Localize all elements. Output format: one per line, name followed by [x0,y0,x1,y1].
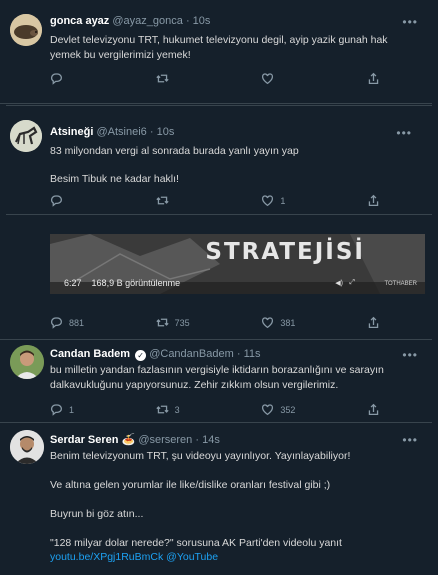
tweet-time[interactable]: 10s [157,126,175,138]
tweet-text: Devlet televizyonu TRT, hukumet televizy… [50,34,388,61]
video-info: 6:27 168,9 B görüntülenme [64,278,180,288]
reply-button[interactable] [50,194,120,207]
volume-icon[interactable]: ◀) [335,279,343,287]
person-avatar-icon [10,430,44,464]
tweet-text-line: Ve altına gelen yorumlar ile like/dislik… [50,479,331,491]
name-emoji: 🍝 [121,434,136,446]
channel-logo: TOTHABER [384,281,417,287]
horse-avatar-icon [10,120,42,152]
like-count: 381 [280,317,296,328]
video-views: 168,9 B görüntülenme [91,278,181,288]
share-icon [368,403,379,416]
reply-button[interactable]: 1 [50,403,120,416]
more-options-icon[interactable]: ••• [402,15,418,29]
youtube-link[interactable]: youtu.be/XPgj1RuBmCk [50,551,163,563]
youtube-mention[interactable]: @YouTube [166,551,218,563]
tweet-time[interactable]: 11s [244,348,261,360]
author-handle[interactable]: @CandanBadem [149,348,234,360]
reply-icon [50,73,63,85]
share-button[interactable] [367,403,380,416]
share-icon [368,194,379,207]
separator-dot: · [195,434,200,446]
video-title: STRATEJİSİ [205,239,365,265]
like-count: 352 [280,404,296,415]
retweet-button[interactable]: 735 [156,316,226,329]
avatar[interactable] [10,14,42,46]
retweet-icon [156,318,169,327]
like-button[interactable]: 381 [261,316,331,329]
reply-icon [50,195,63,207]
tweet-card[interactable]: gonca ayaz @ayaz_gonca · 10s ••• Devlet … [0,0,432,104]
separator-dot: · [236,348,241,360]
like-button[interactable] [261,72,331,85]
tweet-card[interactable]: STRATEJİSİ 6:27 168,9 B görüntülenme ◀) … [0,216,432,340]
tweet-text-line: "128 milyar dolar nerede?" sorusuna AK P… [50,537,342,549]
more-options-icon[interactable]: ••• [402,348,418,362]
tweet-card[interactable]: Atsineği @Atsinei6 · 10s ••• 83 milyonda… [6,105,432,215]
retweet-button[interactable] [156,194,226,207]
reply-count: 1 [69,404,75,415]
like-button[interactable]: 352 [261,403,331,416]
share-icon [368,316,379,329]
retweet-count: 3 [174,404,180,415]
verified-badge-icon: ✓ [135,350,147,361]
author-handle[interactable]: @Atsinei6 [96,126,146,138]
like-button[interactable]: 1 [261,194,331,207]
more-options-icon[interactable]: ••• [396,126,412,140]
tweet-text-line: Benim televizyonum TRT, şu videoyu yayın… [50,450,351,462]
tweet-text: bu milletin yandan fazlasının vergisiyle… [50,364,384,391]
retweet-count: 735 [174,317,190,328]
heart-icon [262,73,274,85]
tweet-time[interactable]: 14s [202,434,220,446]
hedgehog-avatar-icon [10,14,42,46]
separator-dot: · [185,15,190,27]
share-button[interactable] [367,72,380,85]
reply-icon [50,317,63,329]
separator-dot: · [149,126,154,138]
retweet-icon [156,74,169,83]
tweet-card[interactable]: Serdar Seren 🍝 @serseren · 14s ••• Benim… [0,424,432,575]
avatar[interactable] [10,430,44,464]
tweet-card[interactable]: Candan Badem ✓ @CandanBadem · 11s ••• bu… [0,340,432,423]
reply-button[interactable] [50,72,120,85]
video-duration: 6:27 [64,278,82,288]
fullscreen-icon[interactable]: ⤢ [349,279,355,287]
author-name[interactable]: Serdar Seren [50,434,118,446]
heart-icon [262,317,274,329]
author-name[interactable]: gonca ayaz [50,15,109,27]
video-player[interactable]: STRATEJİSİ 6:27 168,9 B görüntülenme ◀) … [50,234,425,294]
tweet-text-line: Besim Tibuk ne kadar haklı! [50,173,179,185]
tweet-text-line: Buyrun bi göz atın... [50,508,144,520]
author-handle[interactable]: @ayaz_gonca [112,15,183,27]
author-name[interactable]: Atsineği [50,126,93,138]
person-avatar-icon [10,345,44,379]
tweet-time[interactable]: 10s [193,15,211,27]
author-name[interactable]: Candan Badem [50,348,130,360]
share-icon [368,72,379,85]
like-count: 1 [280,195,286,206]
retweet-icon [156,405,169,414]
avatar[interactable] [10,345,44,379]
share-button[interactable] [367,194,380,207]
reply-icon [50,404,63,416]
retweet-button[interactable] [156,72,226,85]
author-handle[interactable]: @serseren [138,434,192,446]
tweet-text-line: 83 milyondan vergi al sonrada burada yan… [50,145,299,157]
retweet-icon [156,196,169,205]
reply-button[interactable]: 881 [50,316,120,329]
heart-icon [262,195,274,207]
reply-count: 881 [69,317,85,328]
heart-icon [262,404,274,416]
avatar[interactable] [10,120,42,152]
more-options-icon[interactable]: ••• [402,433,418,447]
retweet-button[interactable]: 3 [156,403,226,416]
share-button[interactable] [367,316,380,329]
